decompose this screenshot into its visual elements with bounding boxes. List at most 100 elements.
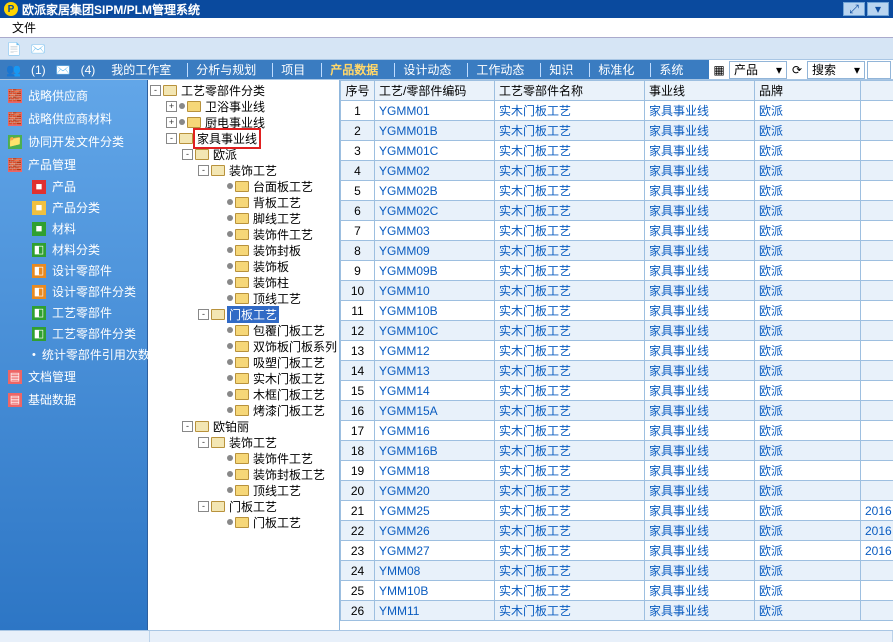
tree-expander[interactable]: -: [198, 437, 209, 448]
table-header[interactable]: 品牌: [755, 81, 861, 101]
menu-file[interactable]: 文件: [6, 17, 42, 38]
nav-tab-3[interactable]: 产品数据: [326, 59, 382, 80]
tree-item[interactable]: -装饰工艺: [198, 162, 339, 178]
sidebar-item[interactable]: ◧工艺零部件: [28, 302, 147, 323]
sidebar-item[interactable]: 📁协同开发文件分类: [0, 130, 147, 153]
search-select[interactable]: 搜索▾: [807, 61, 865, 79]
table-row[interactable]: 17YGMM16实木门板工艺家具事业线欧派: [341, 421, 893, 441]
tree-item[interactable]: 台面板工艺: [214, 178, 339, 194]
table-header[interactable]: 序号: [341, 81, 375, 101]
tree-item[interactable]: -欧派: [182, 146, 339, 162]
table-row[interactable]: 3YGMM01C实木门板工艺家具事业线欧派: [341, 141, 893, 161]
nav-tab-7[interactable]: 标准化: [594, 59, 638, 80]
tree-expander[interactable]: -: [198, 165, 209, 176]
table-row[interactable]: 24YMM08实木门板工艺家具事业线欧派: [341, 561, 893, 581]
table-row[interactable]: 15YGMM14实木门板工艺家具事业线欧派: [341, 381, 893, 401]
table-header[interactable]: [861, 81, 893, 101]
table-row[interactable]: 20YGMM20实木门板工艺家具事业线欧派: [341, 481, 893, 501]
sidebar-item[interactable]: ■材料: [28, 218, 147, 239]
sidebar-item[interactable]: ■产品: [28, 176, 147, 197]
nav-tab-8[interactable]: 系统: [655, 59, 687, 80]
table-header[interactable]: 工艺/零部件编码: [375, 81, 495, 101]
tree-item[interactable]: 木框门板工艺: [214, 386, 339, 402]
sidebar-item[interactable]: •统计零部件引用次数: [28, 344, 147, 365]
table-header[interactable]: 事业线: [645, 81, 755, 101]
tree-item[interactable]: 门板工艺: [214, 514, 339, 530]
tree-item[interactable]: 烤漆门板工艺: [214, 402, 339, 418]
tree-expander[interactable]: -: [182, 421, 193, 432]
people-icon[interactable]: 👥: [6, 63, 21, 77]
tree-item[interactable]: 背板工艺: [214, 194, 339, 210]
nav-tab-0[interactable]: 我的工作室: [107, 59, 175, 80]
sidebar-item[interactable]: ◧设计零部件: [28, 260, 147, 281]
table-row[interactable]: 11YGMM10B实木门板工艺家具事业线欧派: [341, 301, 893, 321]
data-table-panel[interactable]: 序号工艺/零部件编码工艺零部件名称事业线品牌 1YGMM01实木门板工艺家具事业…: [340, 80, 893, 630]
tree-item[interactable]: 包覆门板工艺: [214, 322, 339, 338]
grid-icon[interactable]: ▦: [711, 62, 727, 78]
table-row[interactable]: 10YGMM10实木门板工艺家具事业线欧派: [341, 281, 893, 301]
tree-item[interactable]: 装饰封板工艺: [214, 466, 339, 482]
nav-tab-1[interactable]: 分析与规划: [192, 59, 260, 80]
tree-item[interactable]: +厨电事业线: [166, 114, 339, 130]
table-row[interactable]: 18YGMM16B实木门板工艺家具事业线欧派: [341, 441, 893, 461]
tree-item[interactable]: 装饰板: [214, 258, 339, 274]
tree-item[interactable]: -门板工艺: [198, 498, 339, 514]
tree-item[interactable]: 装饰件工艺: [214, 226, 339, 242]
table-row[interactable]: 16YGMM15A实木门板工艺家具事业线欧派: [341, 401, 893, 421]
table-row[interactable]: 14YGMM13实木门板工艺家具事业线欧派: [341, 361, 893, 381]
refresh-icon[interactable]: ⟳: [789, 62, 805, 78]
nav-mail-icon[interactable]: ✉️: [56, 63, 71, 77]
nav-tab-6[interactable]: 知识: [545, 59, 577, 80]
tree-item[interactable]: -装饰工艺: [198, 434, 339, 450]
sidebar-item[interactable]: 🧱产品管理: [0, 153, 147, 176]
new-doc-icon[interactable]: 📄: [4, 40, 24, 58]
mail-icon[interactable]: ✉️: [28, 40, 48, 58]
tree-item[interactable]: 顶线工艺: [214, 482, 339, 498]
search-input[interactable]: [867, 61, 891, 79]
nav-tab-4[interactable]: 设计动态: [399, 59, 455, 80]
tree-item[interactable]: 顶线工艺: [214, 290, 339, 306]
sidebar-item[interactable]: ◧材料分类: [28, 239, 147, 260]
tree-item[interactable]: 吸塑门板工艺: [214, 354, 339, 370]
tree-expander[interactable]: -: [198, 309, 209, 320]
tree-item[interactable]: 装饰柱: [214, 274, 339, 290]
tree-item[interactable]: 实木门板工艺: [214, 370, 339, 386]
table-row[interactable]: 19YGMM18实木门板工艺家具事业线欧派: [341, 461, 893, 481]
tree-item[interactable]: 装饰封板: [214, 242, 339, 258]
tree-item[interactable]: +卫浴事业线: [166, 98, 339, 114]
tree-expander[interactable]: -: [166, 133, 177, 144]
table-row[interactable]: 8YGMM09实木门板工艺家具事业线欧派: [341, 241, 893, 261]
sidebar-item[interactable]: ◧工艺零部件分类: [28, 323, 147, 344]
table-row[interactable]: 13YGMM12实木门板工艺家具事业线欧派: [341, 341, 893, 361]
nav-tab-5[interactable]: 工作动态: [472, 59, 528, 80]
table-row[interactable]: 7YGMM03实木门板工艺家具事业线欧派: [341, 221, 893, 241]
tree-item[interactable]: -门板工艺: [198, 306, 339, 322]
tree-expander[interactable]: +: [166, 101, 177, 112]
tree-item[interactable]: -工艺零部件分类: [150, 82, 339, 98]
table-row[interactable]: 23YGMM27实木门板工艺家具事业线欧派2016: [341, 541, 893, 561]
sidebar-item[interactable]: ▤文档管理: [0, 365, 147, 388]
nav-tab-2[interactable]: 项目: [277, 59, 309, 80]
table-row[interactable]: 22YGMM26实木门板工艺家具事业线欧派2016: [341, 521, 893, 541]
table-row[interactable]: 2YGMM01B实木门板工艺家具事业线欧派: [341, 121, 893, 141]
tree-item[interactable]: -欧铂丽: [182, 418, 339, 434]
table-row[interactable]: 12YGMM10C实木门板工艺家具事业线欧派: [341, 321, 893, 341]
table-row[interactable]: 5YGMM02B实木门板工艺家具事业线欧派: [341, 181, 893, 201]
dropdown-icon[interactable]: ▾: [867, 2, 889, 16]
sidebar-item[interactable]: ■产品分类: [28, 197, 147, 218]
expand-icon[interactable]: ⤢: [843, 2, 865, 16]
sidebar-item[interactable]: ▤基础数据: [0, 388, 147, 411]
sidebar-item[interactable]: ◧设计零部件分类: [28, 281, 147, 302]
sidebar-item[interactable]: 🧱战略供应商材料: [0, 107, 147, 130]
tree-item[interactable]: -家具事业线: [166, 130, 339, 146]
tree-expander[interactable]: -: [150, 85, 161, 96]
table-row[interactable]: 1YGMM01实木门板工艺家具事业线欧派: [341, 101, 893, 121]
tree-expander[interactable]: -: [182, 149, 193, 160]
table-row[interactable]: 4YGMM02实木门板工艺家具事业线欧派: [341, 161, 893, 181]
table-row[interactable]: 25YMM10B实木门板工艺家具事业线欧派: [341, 581, 893, 601]
tree-panel[interactable]: -工艺零部件分类+卫浴事业线+厨电事业线-家具事业线-欧派-装饰工艺台面板工艺背…: [148, 80, 340, 630]
table-row[interactable]: 26YMM11实木门板工艺家具事业线欧派: [341, 601, 893, 621]
category-select[interactable]: 产品▾: [729, 61, 787, 79]
table-row[interactable]: 21YGMM25实木门板工艺家具事业线欧派2016: [341, 501, 893, 521]
tree-item[interactable]: 脚线工艺: [214, 210, 339, 226]
